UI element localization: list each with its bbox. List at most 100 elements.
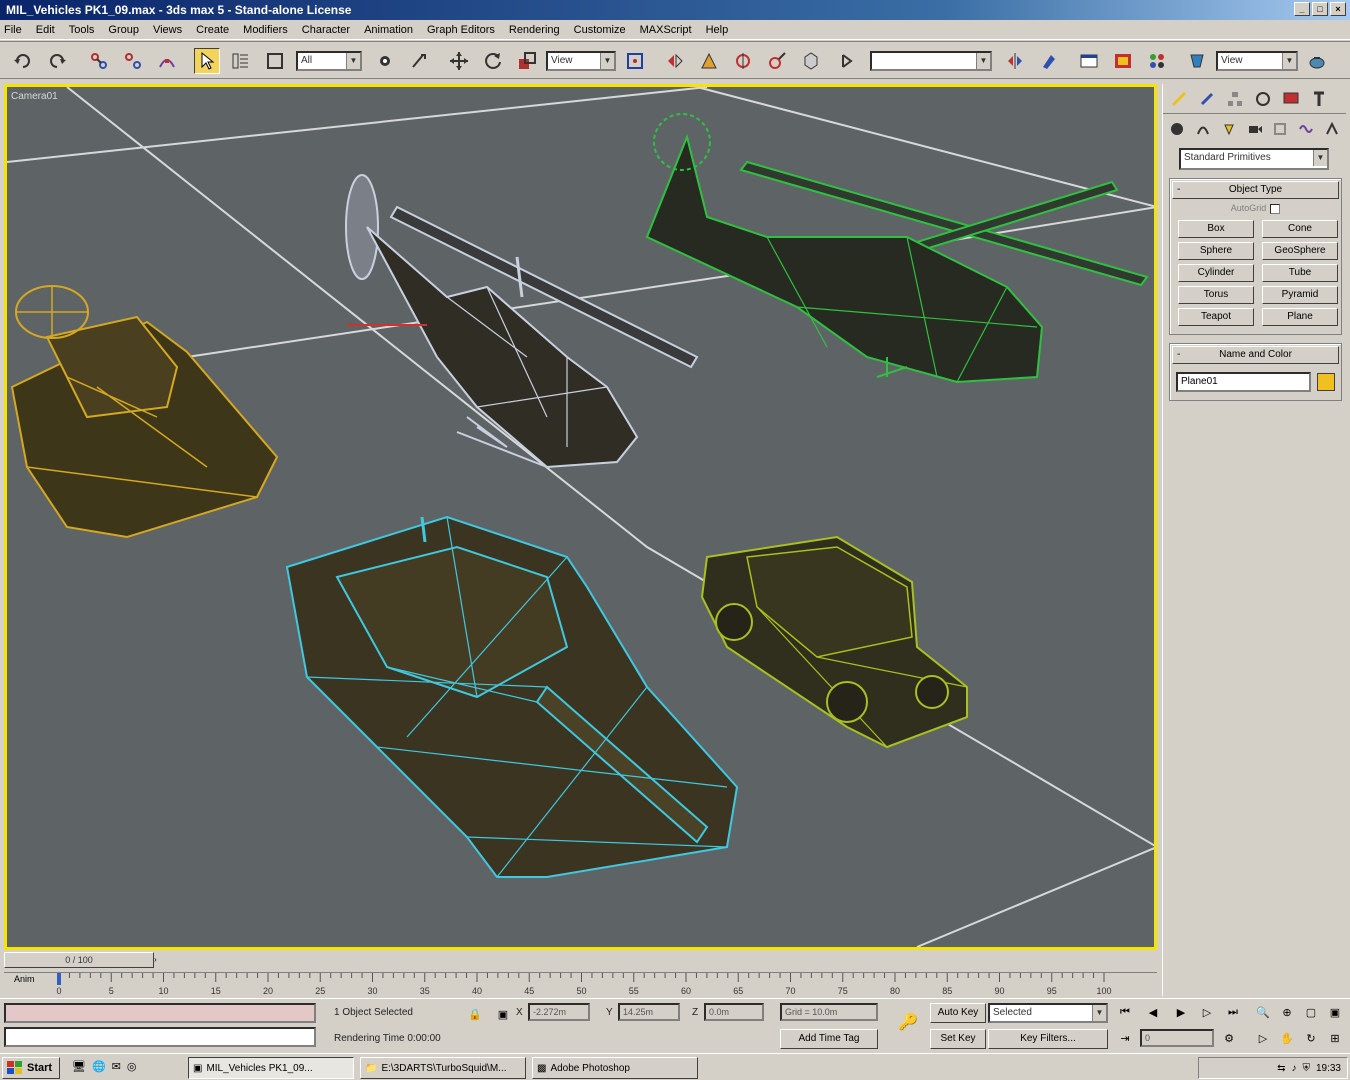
quick-render-icon[interactable] [1184,48,1210,74]
rectangular-selection-icon[interactable] [262,48,288,74]
browser-icon[interactable]: 🌐 [92,1060,106,1073]
geosphere-button[interactable]: GeoSphere [1262,241,1338,260]
space-warps-icon[interactable] [1296,120,1316,138]
geometry-icon[interactable] [1167,120,1187,138]
maximize-button[interactable]: □ [1312,2,1328,16]
plane-button[interactable]: Plane [1262,307,1338,326]
menu-character[interactable]: Character [302,24,350,36]
taskbar-task-explorer[interactable]: 📁 E:\3DARTS\TurboSquid\M... [360,1057,526,1079]
named-selection-set-select[interactable]: ▼ [870,51,992,71]
undo-icon[interactable] [10,48,36,74]
scale-icon[interactable] [514,48,540,74]
unlink-icon[interactable] [120,48,146,74]
tray-icon-security[interactable]: ⛨ [1302,1063,1310,1074]
y-coord-field[interactable]: 14.25m [618,1003,680,1021]
menu-tools[interactable]: Tools [69,24,95,36]
utilities-tab-icon[interactable] [1307,88,1331,110]
render-type-select[interactable]: View ▼ [1216,51,1298,71]
autogrid-checkbox[interactable] [1270,203,1281,214]
time-slider-thumb[interactable]: 0 / 100 [4,952,154,968]
x-coord-field[interactable]: -2.272m [528,1003,590,1021]
humvee-model[interactable] [700,535,968,749]
add-time-tag-button[interactable]: Add Time Tag [780,1029,878,1049]
shapes-icon[interactable] [1193,120,1213,138]
name-color-rollout-header[interactable]: - Name and Color [1172,345,1339,364]
torus-button[interactable]: Torus [1178,285,1254,304]
auto-key-button[interactable]: Auto Key [930,1003,986,1023]
systems-icon[interactable] [1322,120,1342,138]
current-frame-field[interactable]: 0 [1140,1029,1214,1047]
render-scene-icon[interactable] [1144,48,1170,74]
rotate-icon[interactable] [480,48,506,74]
taskbar-task-3dsmax[interactable]: ▣ MIL_Vehicles PK1_09... [188,1057,354,1079]
menu-create[interactable]: Create [196,24,229,36]
zoom-extents-icon[interactable]: ▢ [1302,1003,1320,1021]
pyramid-button[interactable]: Pyramid [1262,285,1338,304]
key-mode-select[interactable]: Selected ▼ [988,1003,1108,1023]
menu-file[interactable]: File [4,24,22,36]
select-manipulate-icon[interactable] [406,48,432,74]
cyan-tank-model[interactable] [285,515,739,878]
sphere-button[interactable]: Sphere [1178,241,1254,260]
attack-helicopter-model[interactable] [345,174,699,469]
mail-icon[interactable]: ✉ [112,1060,121,1073]
redo-icon[interactable] [44,48,70,74]
yellow-tank-model[interactable] [10,285,279,539]
menu-animation[interactable]: Animation [364,24,413,36]
cylinder-button[interactable]: Cylinder [1178,263,1254,282]
pan-icon[interactable]: ✋ [1278,1029,1296,1047]
menu-rendering[interactable]: Rendering [509,24,560,36]
close-button[interactable]: × [1330,2,1346,16]
select-and-move-icon[interactable] [372,48,398,74]
named-selection-icon[interactable] [836,48,862,74]
key-filters-button[interactable]: Key Filters... [988,1029,1108,1049]
maxscript-listener-input[interactable] [4,1027,316,1047]
menu-help[interactable]: Help [706,24,729,36]
orbit-icon[interactable]: ↻ [1302,1029,1320,1047]
green-helicopter-model[interactable] [645,113,1149,384]
zoom-icon[interactable]: 🔍 [1254,1003,1272,1021]
field-of-view-icon[interactable]: ▷ [1254,1029,1272,1047]
taskbar-task-photoshop[interactable]: ▩ Adobe Photoshop [532,1057,698,1079]
tray-icon-volume[interactable]: ♪ [1291,1063,1296,1074]
camera-viewport[interactable]: Camera01 [4,84,1157,950]
track-view-icon[interactable] [1076,48,1102,74]
absolute-mode-icon[interactable]: ▣ [494,1005,512,1023]
zoom-all-icon[interactable]: ⊕ [1278,1003,1296,1021]
menu-edit[interactable]: Edit [36,24,55,36]
pivot-center-icon[interactable] [622,48,648,74]
autogrid-option[interactable]: AutoGrid [1170,203,1341,214]
modify-tab-icon[interactable] [1195,88,1219,110]
tube-button[interactable]: Tube [1262,263,1338,282]
menu-customize[interactable]: Customize [574,24,626,36]
teapot-button[interactable]: Teapot [1178,307,1254,326]
maxscript-listener-output[interactable] [4,1003,316,1023]
motion-tab-icon[interactable] [1251,88,1275,110]
mirror-icon[interactable] [662,48,688,74]
track-bar[interactable]: 0 5 10 15 20 25 30 35 40 45 50 55 60 65 70 75 80 85 90 95 10… [4,972,1157,998]
desktop-icon[interactable]: 🖥 [72,1060,86,1073]
menu-graph-editors[interactable]: Graph Editors [427,24,495,36]
key-mode-toggle-icon[interactable]: ⇥ [1116,1029,1134,1047]
go-to-start-icon[interactable]: ⏮ [1116,1003,1134,1021]
cameras-icon[interactable] [1245,120,1265,138]
align-icon[interactable] [696,48,722,74]
normal-align-icon[interactable] [730,48,756,74]
z-coord-field[interactable]: 0.0m [704,1003,764,1021]
mirror-selected-icon[interactable] [1002,48,1028,74]
bind-space-warp-icon[interactable] [154,48,180,74]
object-name-input[interactable]: Plane01 [1176,371,1311,392]
lock-selection-icon[interactable]: 🔒 [466,1005,484,1023]
select-by-name-icon[interactable] [228,48,254,74]
zoom-extents-all-icon[interactable]: ▣ [1326,1003,1344,1021]
previous-frame-icon[interactable]: ◀ [1144,1003,1162,1021]
time-slider[interactable]: 0 / 100 › [4,952,1157,970]
tray-icon-network[interactable]: ⇆ [1277,1063,1285,1074]
object-type-rollout-header[interactable]: - Object Type [1172,181,1339,199]
menu-modifiers[interactable]: Modifiers [243,24,288,36]
time-config-icon[interactable]: ⚙ [1220,1029,1238,1047]
schematic-view-icon[interactable] [1110,48,1136,74]
hierarchy-tab-icon[interactable] [1223,88,1247,110]
box-button[interactable]: Box [1178,219,1254,238]
select-object-icon[interactable] [194,48,220,74]
